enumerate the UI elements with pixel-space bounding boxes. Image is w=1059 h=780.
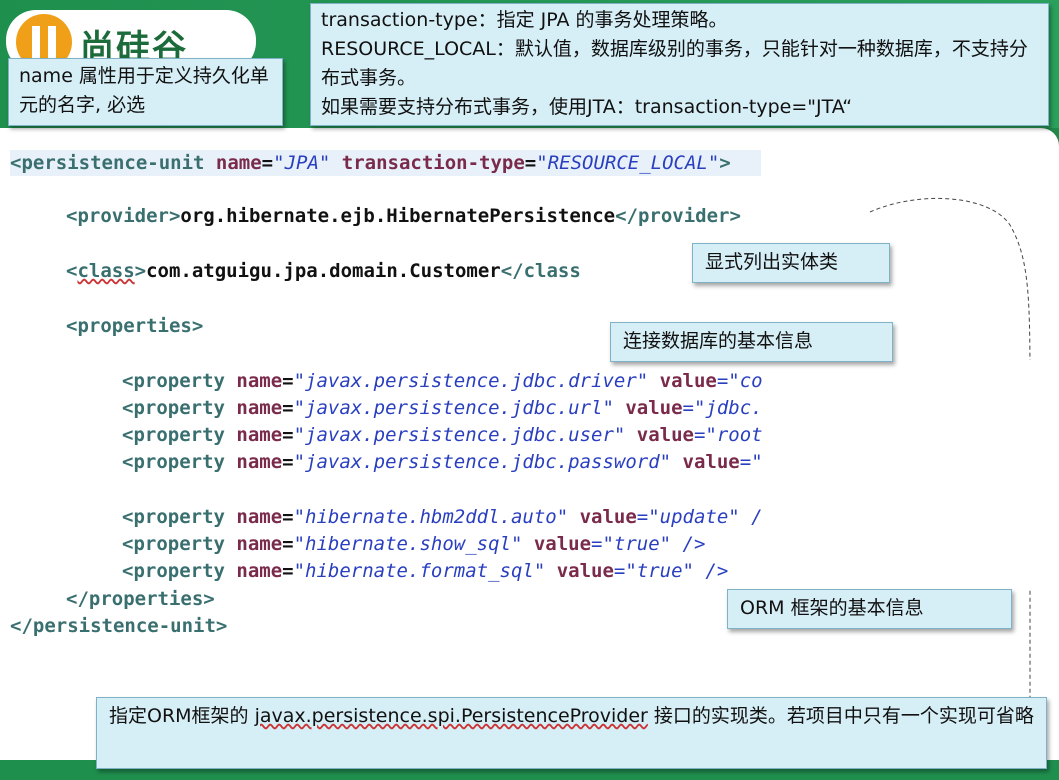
class-line: <class>com.atguigu.jpa.domain.Customer</… [66,260,581,282]
property-line: <property name="hibernate.format_sql" va… [122,560,729,582]
property-line: <property name="javax.persistence.jdbc.d… [122,370,763,392]
property-line: <property name="javax.persistence.jdbc.p… [122,451,763,473]
property-line: <property name="hibernate.hbm2ddl.auto" … [122,506,763,528]
persistence-unit-close: </persistence-unit> [10,615,228,637]
callout-transaction-type: transaction-type：指定 JPA 的事务处理策略。 RESOURC… [310,3,1049,126]
provider-line: <provider>org.hibernate.ejb.HibernatePer… [66,205,741,227]
callout-line: RESOURCE_LOCAL：默认值，数据库级别的事务，只能针对一种数据库，不支… [321,38,1028,89]
persistence-unit-open: <persistence-unit name="JPA" transaction… [10,150,761,176]
property-line: <property name="javax.persistence.jdbc.u… [122,424,763,446]
code-clip [905,360,1035,590]
properties-open: <properties> [66,315,204,337]
properties-close: </properties> [66,588,215,610]
callout-line: 如果需要支持分布式事务，使用JTA：transaction-type="JTA“ [321,96,853,118]
callout-name-attribute: name 属性用于定义持久化单元的名字, 必选 [8,58,283,126]
callout-entity-class: 显式列出实体类 [692,243,890,283]
callout-orm-info: ORM 框架的基本信息 [727,589,1012,629]
property-line: <property name="javax.persistence.jdbc.u… [122,397,763,419]
callout-line: transaction-type：指定 JPA 的事务处理策略。 [321,9,728,31]
callout-db-info: 连接数据库的基本信息 [610,322,893,362]
property-line: <property name="hibernate.show_sql" valu… [122,533,706,555]
callout-provider: 指定ORM框架的 javax.persistence.spi.Persisten… [96,697,1047,769]
